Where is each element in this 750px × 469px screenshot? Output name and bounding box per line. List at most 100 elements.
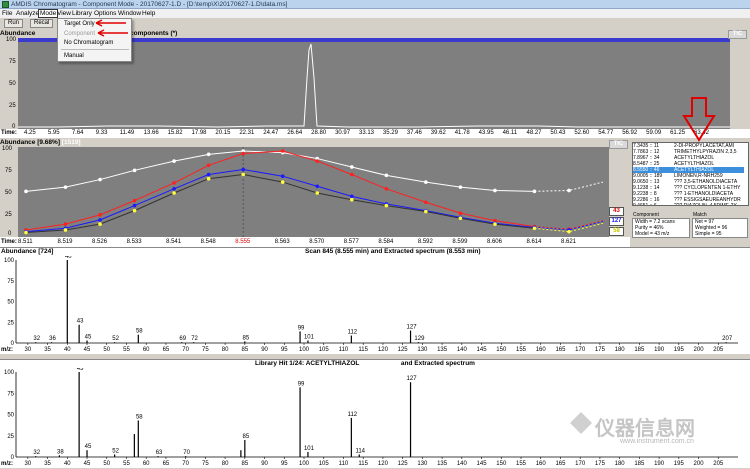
spectrum-xtick: 45 xyxy=(84,461,91,467)
prof-time-tick: 8.563 xyxy=(274,239,290,245)
spectrum-xtick: 100 xyxy=(299,461,310,467)
spectrum-peak-label: 112 xyxy=(348,412,358,418)
spectrum-xtick: 55 xyxy=(123,461,130,467)
chrom-time-tick: 43.95 xyxy=(478,130,494,136)
profile-point-TIC xyxy=(458,185,463,189)
spectrum-xtick: 65 xyxy=(163,461,170,467)
recalc-button[interactable]: Recal xyxy=(30,19,54,28)
chrom-time-tick: 17.98 xyxy=(191,130,207,136)
profile-plot[interactable] xyxy=(18,147,609,237)
component-list[interactable]: 7.3435 :: 11 2-DI-PROPYLACETAT,AMI 7.7863 … xyxy=(632,142,749,206)
ion-tag-58[interactable]: 58 xyxy=(609,227,624,236)
ion-tag-43[interactable]: 43 xyxy=(609,207,624,216)
component-info-box: Width = 7.2 scans Purity = 46% Model = 4… xyxy=(632,218,690,238)
prof-time-tick: 8.577 xyxy=(343,239,359,245)
spectrum-xtick: 30 xyxy=(24,347,31,353)
menu-mode[interactable]: Mode xyxy=(38,9,59,18)
spectrum-xtick: 170 xyxy=(575,461,586,467)
menu-library[interactable]: Library xyxy=(72,9,92,18)
profile-point-127 xyxy=(132,203,137,208)
profile-header: Abundance [9.68%] [1519] xyxy=(0,139,630,147)
profile-point-TIC xyxy=(172,159,176,163)
spectrum-ytick: 25 xyxy=(7,434,14,440)
chrom-time-tick: 41.78 xyxy=(454,130,470,136)
spectrum-peak-label: 127 xyxy=(407,376,418,382)
prof-time-tick: 8.606 xyxy=(486,239,502,245)
profile-point-58 xyxy=(493,222,497,226)
profile-point-43 xyxy=(63,222,68,226)
chrom-time-label: Time: xyxy=(1,130,17,136)
spectrum-xtick: 115 xyxy=(358,461,368,467)
library-header-tail: and Extracted spectrum xyxy=(400,360,475,367)
spectrum-peak-label: 43 xyxy=(77,368,84,372)
spectrum-peak-label: 85 xyxy=(242,434,249,440)
menu-file[interactable]: File xyxy=(2,9,12,18)
chrom-time-tick: 48.27 xyxy=(526,130,542,136)
spectrum-peak-label: 69 xyxy=(179,336,186,342)
chrom-time-tick: 15.82 xyxy=(167,130,183,136)
spectrum-xtick: 190 xyxy=(654,461,665,467)
spectrum-xtick: 90 xyxy=(261,461,268,467)
menu-help[interactable]: Help xyxy=(142,9,155,18)
profile-point-58 xyxy=(532,226,537,231)
spectrum-mz-label: m/z: xyxy=(1,347,13,353)
library-spectrum-panel[interactable]: Library Hit 1/24: ACETYLTHIAZOL and Extr… xyxy=(0,359,750,468)
spectrum-xtick: 45 xyxy=(84,347,91,353)
scan-spectrum-panel[interactable]: Abundance [724] Scan 845 (8.555 min) and… xyxy=(0,247,750,354)
spectrum-xtick: 150 xyxy=(496,347,507,353)
menu-no-chromatogram[interactable]: No Chromatogram xyxy=(64,40,113,46)
window-title: AMDIS Chromatogram - Component Mode - 20… xyxy=(11,1,288,8)
spectrum-xtick: 35 xyxy=(44,461,51,467)
component-row[interactable]: 9.4651 :: 6 ??? DIAZOLIN, 4,5DIME-2Y xyxy=(633,203,748,205)
run-button[interactable]: Run xyxy=(4,19,24,28)
scan-svg: 100755025030 35 40 45 50 55 60 65 70 75 80 85 90 95 10… xyxy=(1,256,738,353)
spectrum-xtick: 110 xyxy=(339,347,349,353)
spectrum-xtick: 175 xyxy=(595,347,606,353)
spectrum-xtick: 60 xyxy=(143,347,150,353)
profile-point-127 xyxy=(172,187,176,191)
chrom-time-tick: 28.80 xyxy=(311,130,327,136)
spectrum-peak-label: 38 xyxy=(57,449,64,455)
library-hit-label: Library Hit 1/24: ACETYLTHIAZOL xyxy=(255,360,360,367)
profile-point-43 xyxy=(424,200,428,205)
chrom-time-tick: 24.47 xyxy=(263,130,279,136)
spectrum-xtick: 185 xyxy=(634,347,645,353)
spectrum-xtick: 105 xyxy=(319,347,330,353)
menu-manual[interactable]: Manual xyxy=(64,53,84,59)
prof-time-tick: 8.570 xyxy=(309,239,325,245)
profile-tic-button[interactable]: TIC xyxy=(609,140,628,149)
menu-view[interactable]: View xyxy=(57,9,71,18)
profile-svg xyxy=(24,147,604,237)
ion-tag-127[interactable]: 127 xyxy=(609,217,624,226)
profile-abundance-label: Abundance xyxy=(0,139,36,146)
profile-point-127 xyxy=(98,218,102,222)
profile-point-43 xyxy=(384,187,389,191)
profile-point-58 xyxy=(280,180,285,184)
spectrum-ytick: 50 xyxy=(7,413,14,419)
spectrum-peak-label: 52 xyxy=(112,336,119,342)
logo-icon xyxy=(570,412,592,434)
profile-point-TIC xyxy=(424,180,428,184)
spectrum-xtick: 115 xyxy=(358,347,368,353)
chromatogram-time-axis: Time: 4.25 5.95 7.64 9.33 11.49 13.66 15.82 17.… xyxy=(0,129,750,138)
menu-options[interactable]: Options xyxy=(94,9,116,18)
chrom-time-tick: 22.31 xyxy=(239,130,255,136)
profile-point-43 xyxy=(241,151,245,156)
menu-window[interactable]: Window xyxy=(118,9,141,18)
watermark-text: 仪器信息网 xyxy=(595,418,695,440)
spectrum-ytick: 25 xyxy=(7,320,14,326)
profile-point-43 xyxy=(315,159,320,163)
spectrum-xtick: 130 xyxy=(417,347,428,353)
red-annotation-arrows xyxy=(95,19,128,37)
spectrum-xtick: 165 xyxy=(555,347,566,353)
spectrum-xtick: 165 xyxy=(555,461,566,467)
prof-time-tick: 8.614 xyxy=(526,239,542,245)
profile-point-TIC xyxy=(350,165,354,169)
prof-ytick-75: 75 xyxy=(5,168,12,174)
chromatogram-tic-button[interactable]: TIC xyxy=(728,30,747,39)
spectrum-xtick: 75 xyxy=(202,461,209,467)
spectrum-xtick: 195 xyxy=(674,347,685,353)
menu-analyze[interactable]: Analyze xyxy=(16,9,39,18)
spectrum-xtick: 125 xyxy=(398,347,409,353)
spectrum-peak-label: 40 xyxy=(65,256,72,260)
